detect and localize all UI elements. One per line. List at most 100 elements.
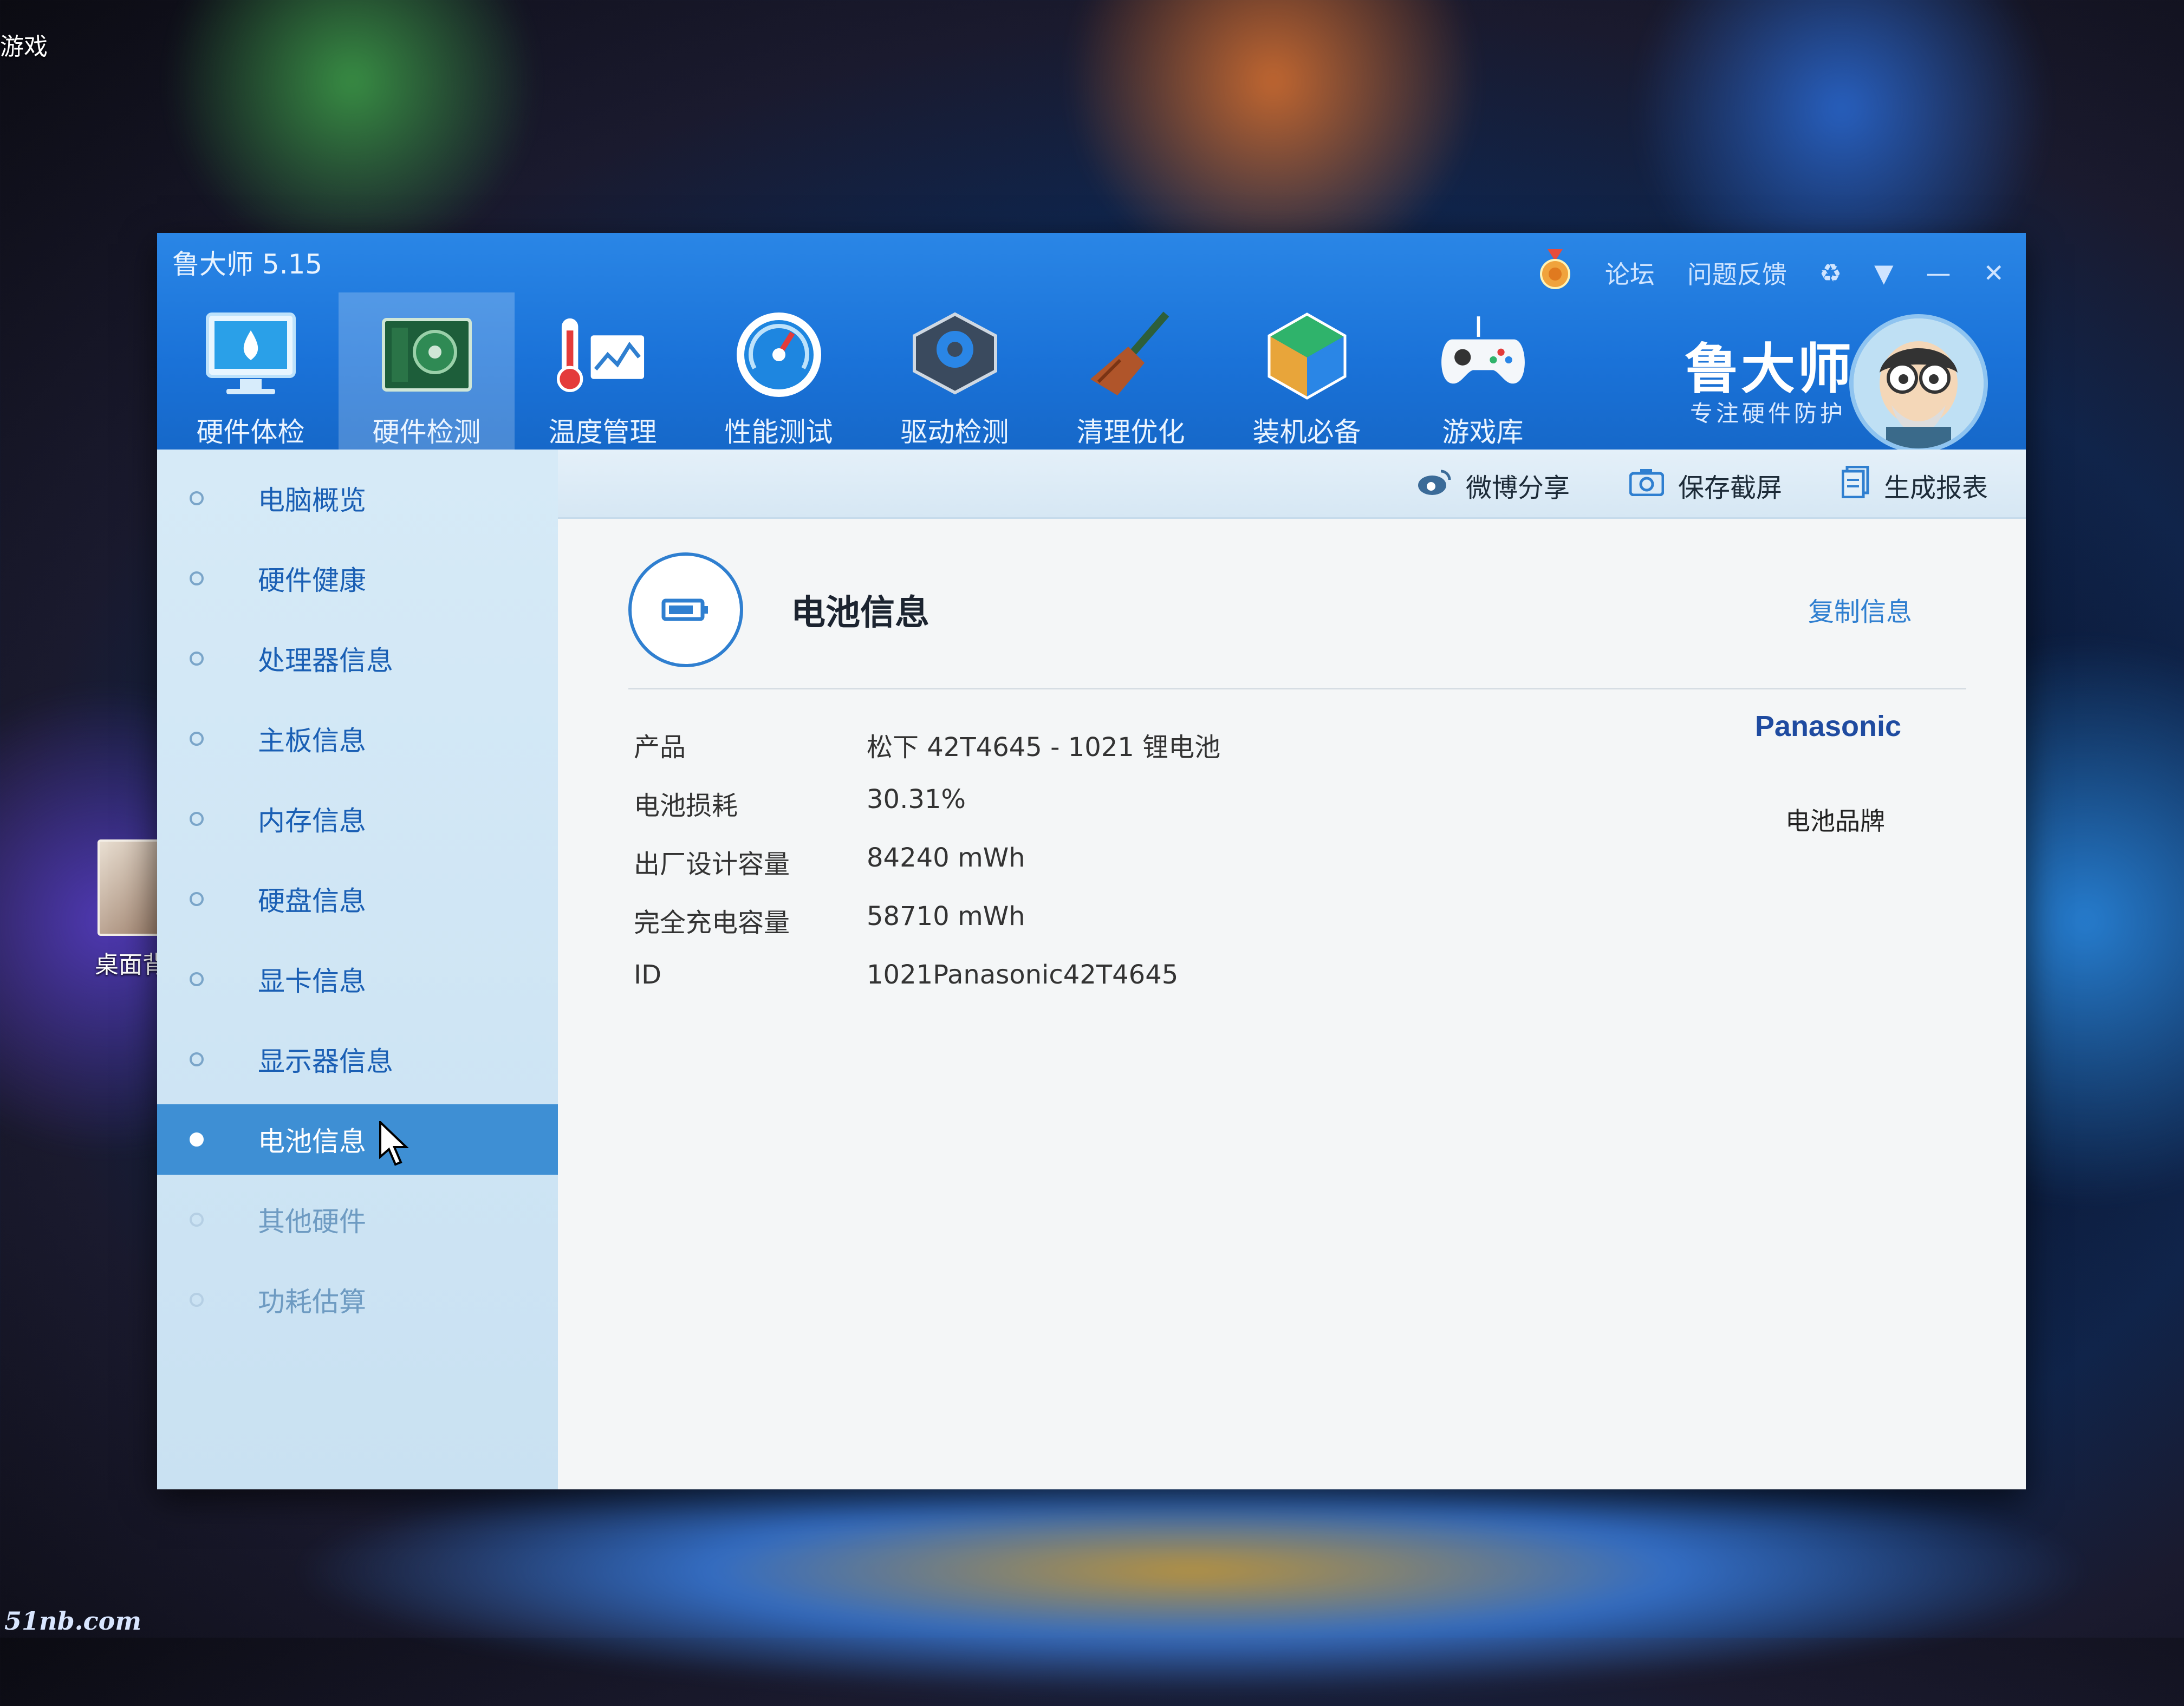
copy-info-link[interactable]: 复制信息 bbox=[1808, 590, 1912, 628]
bullet-icon bbox=[190, 972, 204, 986]
sidebar-item-label: 硬盘信息 bbox=[258, 885, 366, 917]
menu-dropdown-icon[interactable]: ▼ bbox=[1874, 258, 1893, 288]
bullet-icon bbox=[190, 732, 204, 746]
info-value: 84240 mWh bbox=[867, 843, 1025, 873]
battery-info-table: 产品 松下 42T4645 - 1021 锂电池 电池损耗 30.31% 出厂设计容… bbox=[634, 726, 1220, 1018]
desktop-label-top: 游戏 bbox=[0, 33, 48, 61]
toolbar: 微博分享 保存截屏 生成报表 bbox=[558, 450, 2026, 519]
minimize-icon[interactable]: — bbox=[1926, 258, 1951, 288]
info-label: 完全充电容量 bbox=[634, 908, 790, 938]
weibo-icon bbox=[1417, 468, 1452, 503]
generate-report-label: 生成报表 bbox=[1883, 473, 1988, 503]
nav-driver[interactable]: 驱动检测 bbox=[867, 292, 1043, 450]
generate-report-button[interactable]: 生成报表 bbox=[1841, 465, 1988, 505]
top-links: 论坛 问题反馈 ♻ ▼ — ✕ bbox=[1538, 249, 2004, 296]
sidebar-item-cpu[interactable]: 处理器信息 bbox=[157, 623, 558, 694]
sidebar-item-battery[interactable]: 电池信息 bbox=[157, 1104, 558, 1175]
info-row-product: 产品 松下 42T4645 - 1021 锂电池 bbox=[634, 726, 1220, 784]
motherboard-icon bbox=[381, 309, 473, 401]
main-content: 微博分享 保存截屏 生成报表 电池信息 复制信息 产品 松下 42T4645 - … bbox=[558, 450, 2026, 1489]
info-label: 出厂设计容量 bbox=[634, 849, 790, 880]
weibo-share-button[interactable]: 微博分享 bbox=[1417, 466, 1570, 504]
sidebar-item-gpu[interactable]: 显卡信息 bbox=[157, 944, 558, 1014]
speedometer-icon bbox=[733, 309, 825, 401]
sidebar-item-label: 处理器信息 bbox=[258, 645, 393, 676]
battery-brand-label: 电池品牌 bbox=[1785, 806, 1885, 836]
info-label: ID bbox=[634, 960, 662, 990]
nav-hardware-detect[interactable]: 硬件检测 bbox=[339, 292, 515, 450]
mouse-cursor-icon bbox=[379, 1119, 410, 1169]
bullet-icon bbox=[190, 1213, 204, 1227]
forum-link[interactable]: 论坛 bbox=[1605, 255, 1655, 291]
nav-label: 驱动检测 bbox=[900, 416, 1009, 448]
sidebar-item-label: 显卡信息 bbox=[258, 966, 366, 997]
sidebar-item-other-hardware[interactable]: 其他硬件 bbox=[157, 1184, 558, 1255]
nav-label: 装机必备 bbox=[1252, 416, 1361, 448]
desktop-icon-label[interactable]: 桌面背 bbox=[95, 945, 166, 980]
nav-label: 硬件检测 bbox=[372, 416, 481, 448]
sidebar-item-label: 功耗估算 bbox=[258, 1286, 366, 1318]
nav-label: 温度管理 bbox=[548, 416, 657, 448]
app-title: 鲁大师 5.15 bbox=[172, 249, 323, 280]
bullet-icon bbox=[190, 812, 204, 826]
bullet-icon bbox=[190, 1052, 204, 1066]
weibo-share-label: 微博分享 bbox=[1465, 473, 1570, 503]
bullet-icon bbox=[190, 892, 204, 906]
info-value: 1021Panasonic42T4645 bbox=[867, 960, 1179, 990]
camera-icon bbox=[1629, 468, 1665, 503]
info-value: 58710 mWh bbox=[867, 901, 1025, 932]
nav-essentials[interactable]: 装机必备 bbox=[1219, 292, 1395, 450]
nav-games[interactable]: 游戏库 bbox=[1395, 292, 1571, 450]
info-row-full-capacity: 完全充电容量 58710 mWh bbox=[634, 901, 1220, 960]
recycle-icon[interactable]: ♻ bbox=[1819, 258, 1842, 288]
info-label: 电池损耗 bbox=[634, 791, 738, 821]
nav-label: 游戏库 bbox=[1442, 416, 1524, 448]
watermark: 51nb.com bbox=[4, 1606, 141, 1636]
monitor-icon bbox=[205, 309, 297, 401]
info-label: 产品 bbox=[634, 732, 686, 763]
medal-icon[interactable] bbox=[1538, 249, 1572, 296]
bullet-icon bbox=[190, 491, 204, 505]
sidebar-item-memory[interactable]: 内存信息 bbox=[157, 784, 558, 854]
sidebar-item-label: 其他硬件 bbox=[258, 1206, 366, 1238]
bullet-icon bbox=[190, 1132, 204, 1147]
nav-label: 硬件体检 bbox=[196, 416, 305, 448]
nav-temperature[interactable]: 温度管理 bbox=[515, 292, 691, 450]
bullet-icon bbox=[190, 652, 204, 666]
sidebar-item-motherboard[interactable]: 主板信息 bbox=[157, 704, 558, 774]
thermometer-icon bbox=[556, 309, 649, 401]
gamepad-icon bbox=[1437, 309, 1529, 401]
mascot-avatar-icon[interactable] bbox=[1849, 314, 1988, 453]
info-row-id: ID 1021Panasonic42T4645 bbox=[634, 960, 1220, 1018]
sidebar-item-display[interactable]: 显示器信息 bbox=[157, 1024, 558, 1095]
save-screenshot-button[interactable]: 保存截屏 bbox=[1629, 466, 1782, 504]
sidebar-item-overview[interactable]: 电脑概览 bbox=[157, 463, 558, 533]
bullet-icon bbox=[190, 1293, 204, 1307]
sidebar-item-label: 主板信息 bbox=[258, 725, 366, 757]
broom-icon bbox=[1085, 309, 1177, 401]
info-row-wear: 电池损耗 30.31% bbox=[634, 784, 1220, 843]
app-window: 鲁大师 5.15 论坛 问题反馈 ♻ ▼ — ✕ 硬件体检 硬件检测 温度管理 … bbox=[157, 233, 2026, 1489]
info-row-design-capacity: 出厂设计容量 84240 mWh bbox=[634, 843, 1220, 901]
feedback-link[interactable]: 问题反馈 bbox=[1687, 255, 1787, 291]
section-title: 电池信息 bbox=[791, 593, 929, 633]
nav-hardware-checkup[interactable]: 硬件体检 bbox=[162, 292, 339, 450]
close-icon[interactable]: ✕ bbox=[1983, 258, 2004, 288]
driver-gear-icon bbox=[909, 309, 1001, 401]
sidebar-item-label: 内存信息 bbox=[258, 805, 366, 837]
nav-label: 性能测试 bbox=[724, 416, 833, 448]
sidebar-item-power-estimate[interactable]: 功耗估算 bbox=[157, 1265, 558, 1335]
battery-icon bbox=[628, 552, 743, 667]
nav-performance[interactable]: 性能测试 bbox=[691, 292, 867, 450]
info-value: 30.31% bbox=[867, 784, 966, 815]
sidebar: 电脑概览 硬件健康 处理器信息 主板信息 内存信息 硬盘信息 显卡信息 显示器信… bbox=[157, 450, 558, 1489]
nav-clean[interactable]: 清理优化 bbox=[1043, 292, 1219, 450]
main-nav: 硬件体检 硬件检测 温度管理 性能测试 驱动检测 清理优化 装机必备 游戏库 bbox=[162, 292, 1571, 450]
sidebar-item-health[interactable]: 硬件健康 bbox=[157, 543, 558, 614]
sidebar-item-label: 显示器信息 bbox=[258, 1046, 393, 1077]
sidebar-item-label: 电池信息 bbox=[258, 1126, 366, 1157]
sidebar-item-disk[interactable]: 硬盘信息 bbox=[157, 864, 558, 934]
titlebar: 鲁大师 5.15 论坛 问题反馈 ♻ ▼ — ✕ 硬件体检 硬件检测 温度管理 … bbox=[157, 233, 2026, 453]
nav-label: 清理优化 bbox=[1076, 416, 1185, 448]
battery-section-header: 电池信息 复制信息 bbox=[628, 542, 1966, 689]
